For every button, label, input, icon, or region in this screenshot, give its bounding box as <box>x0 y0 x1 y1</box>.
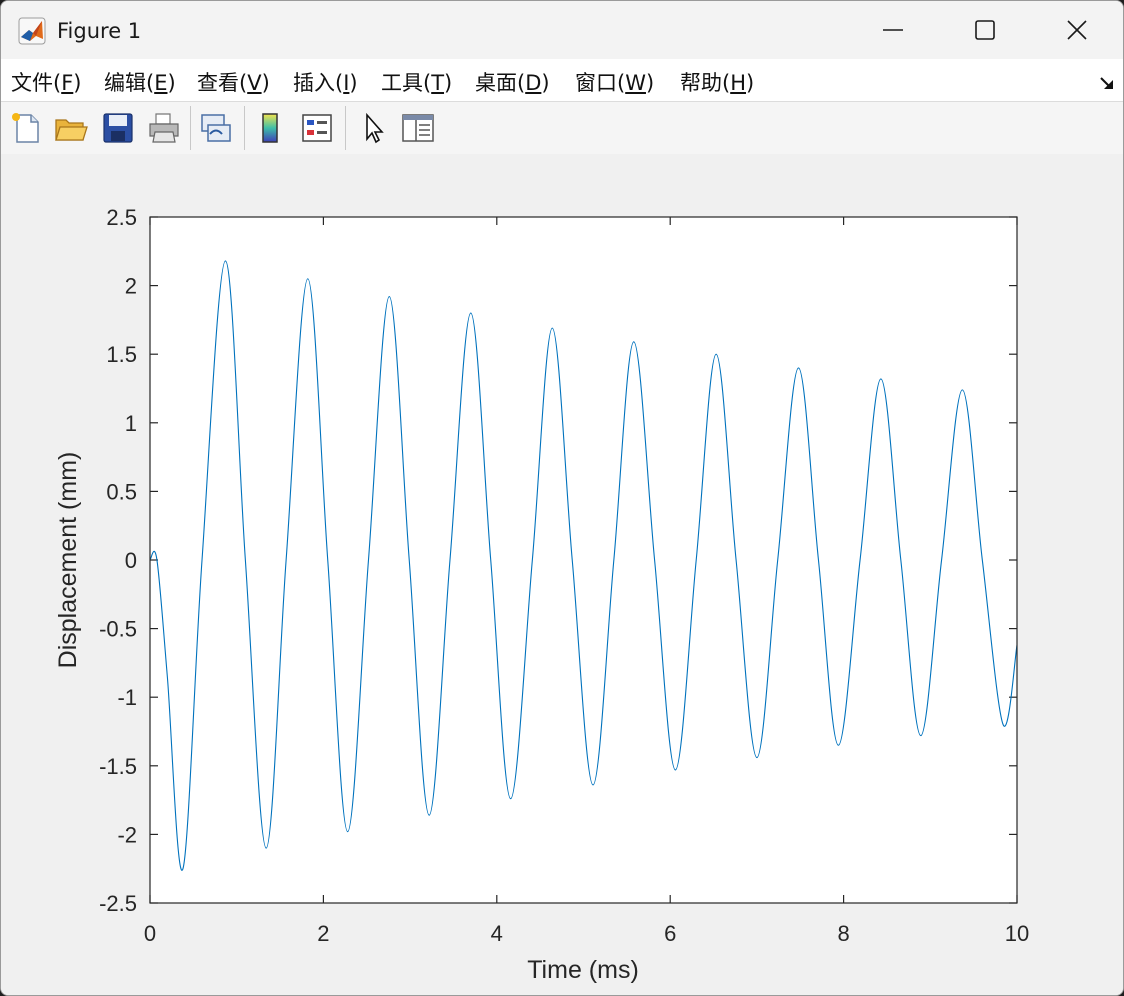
y-tick-label: -0.5 <box>99 617 137 642</box>
maximize-icon <box>975 20 995 40</box>
y-tick-label: 0 <box>125 548 137 573</box>
y-tick-label: 1.5 <box>106 342 137 367</box>
x-tick-label: 0 <box>144 921 156 946</box>
print-icon[interactable] <box>146 110 182 146</box>
maximize-button[interactable] <box>939 1 1031 59</box>
line-plot[interactable]: 2.5 2 1.5 1 0.5 0 -0.5 -1 -1.5 -2 -2.5 0 2 4 6 8 10 Tim… <box>1 154 1123 995</box>
menu-help[interactable]: 帮助(H) <box>680 67 754 97</box>
y-tick-label: -1.5 <box>99 754 137 779</box>
insert-colorbar-icon[interactable] <box>253 110 289 146</box>
toolbar-separator <box>190 106 191 150</box>
y-tick-label: 2 <box>125 274 137 299</box>
x-tick-label: 4 <box>491 921 503 946</box>
minimize-icon <box>883 29 903 31</box>
x-tick-label: 8 <box>837 921 849 946</box>
link-plot-icon[interactable] <box>198 110 234 146</box>
y-tick-label: -2 <box>117 822 137 847</box>
menu-file[interactable]: 文件(F) <box>11 67 82 97</box>
x-tick-label: 2 <box>317 921 329 946</box>
dock-arrow-icon[interactable] <box>1098 74 1116 92</box>
figure-canvas: 2.5 2 1.5 1 0.5 0 -0.5 -1 -1.5 -2 -2.5 0 2 4 6 8 10 Tim… <box>1 154 1123 995</box>
new-figure-icon[interactable] <box>9 110 45 146</box>
open-file-icon[interactable] <box>53 110 89 146</box>
matlab-icon <box>18 17 46 45</box>
menu-edit[interactable]: 编辑(E) <box>104 67 176 97</box>
y-tick-label: 1 <box>125 411 137 436</box>
insert-legend-icon[interactable] <box>299 110 335 146</box>
property-inspector-icon[interactable] <box>400 110 436 146</box>
close-button[interactable] <box>1031 1 1123 59</box>
y-tick-labels: 2.5 2 1.5 1 0.5 0 -0.5 -1 -1.5 -2 -2.5 <box>99 205 137 916</box>
toolbar-separator <box>244 106 245 150</box>
window-title: Figure 1 <box>57 19 142 43</box>
menu-desktop[interactable]: 桌面(D) <box>475 67 550 97</box>
toolbar-separator <box>345 106 346 150</box>
x-tick-label: 6 <box>664 921 676 946</box>
figure-window: Figure 1 文件(F) 编辑(E) 查看(V) 插入(I) 工具(T) 桌… <box>0 0 1124 996</box>
x-tick-label: 10 <box>1005 921 1029 946</box>
close-icon <box>1067 20 1087 40</box>
x-tick-labels: 0 2 4 6 8 10 <box>144 921 1029 946</box>
y-tick-label: 2.5 <box>106 205 137 230</box>
menu-tools[interactable]: 工具(T) <box>381 67 452 97</box>
title-bar: Figure 1 <box>1 1 1123 59</box>
edit-plot-icon[interactable] <box>356 110 392 146</box>
x-axis-label: Time (ms) <box>527 956 639 984</box>
save-icon[interactable] <box>100 110 136 146</box>
menu-window[interactable]: 窗口(W) <box>575 67 654 97</box>
toolbar <box>1 101 1123 155</box>
y-tick-label: 0.5 <box>106 479 137 504</box>
y-tick-label: -2.5 <box>99 891 137 916</box>
axes-background <box>150 217 1017 903</box>
menu-bar: 文件(F) 编辑(E) 查看(V) 插入(I) 工具(T) 桌面(D) 窗口(W… <box>1 59 1123 101</box>
minimize-button[interactable] <box>847 1 939 59</box>
menu-view[interactable]: 查看(V) <box>197 67 270 97</box>
y-axis-label: Displacement (mm) <box>54 452 82 669</box>
menu-insert[interactable]: 插入(I) <box>293 67 358 97</box>
y-tick-label: -1 <box>117 685 137 710</box>
